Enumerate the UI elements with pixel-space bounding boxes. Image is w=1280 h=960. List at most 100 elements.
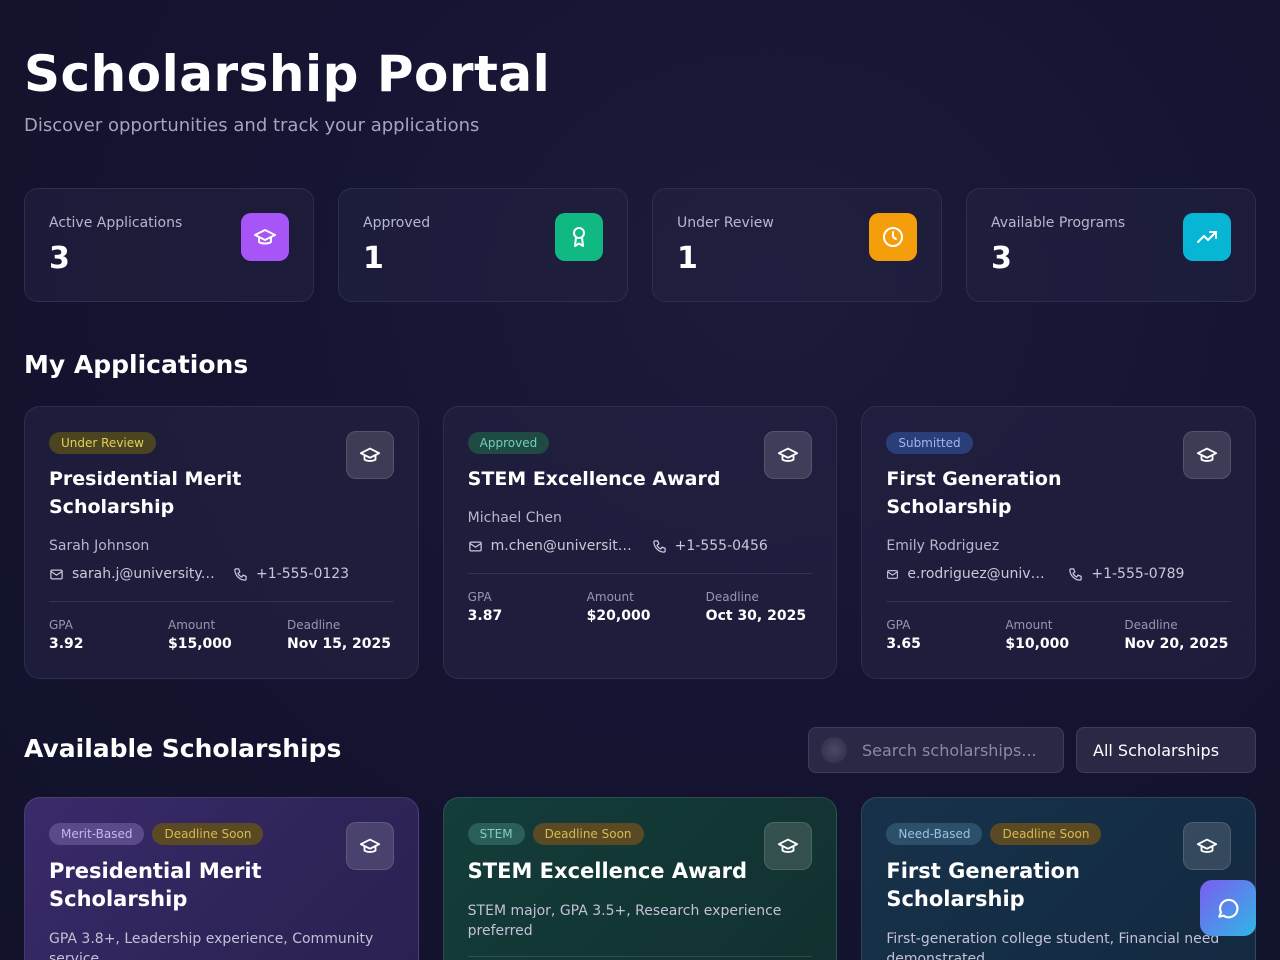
metrics-row: GPA 3.87 Amount $20,000 Deadline Oct 30, 20… (468, 590, 825, 624)
category-badge: Need-Based (886, 823, 983, 845)
application-card[interactable]: Submitted First Generation Scholarship E… (861, 406, 1257, 679)
application-card[interactable]: Under Review Presidential Merit Scholars… (24, 406, 419, 679)
category-badge: STEM (467, 823, 525, 845)
status-badge: Approved (467, 432, 550, 454)
phone-group: +1-555-0456 (652, 538, 768, 554)
deadline-value: Nov 20, 2025 (1124, 636, 1229, 652)
phone-group: +1-555-0123 (233, 566, 349, 582)
phone-icon (234, 567, 247, 581)
chat-bubble-icon (1218, 898, 1239, 919)
divider (467, 573, 813, 574)
applicant-phone: +1-555-0123 (256, 566, 350, 582)
graduation-cap-icon (764, 822, 813, 870)
stat-value: 1 (677, 241, 698, 276)
deadline-value: Oct 30, 2025 (705, 608, 807, 624)
gpa-value: 3.87 (467, 608, 503, 624)
trending-up-icon (1183, 213, 1231, 261)
stat-card-approved: Approved 1 (338, 188, 628, 302)
graduation-cap-icon (241, 213, 289, 261)
mail-icon (50, 569, 63, 579)
award-icon (555, 213, 603, 261)
badge-group: STEM Deadline Soon (467, 823, 644, 845)
search-box[interactable] (808, 727, 1064, 773)
contact-row: m.chen@university.edu +1-555-0456 (468, 538, 768, 554)
contact-row: e.rodriguez@university.edu +1-555-0789 (886, 566, 1184, 582)
metrics-row: GPA 3.65 Amount $10,000 Deadline Nov 20, 20… (886, 618, 1243, 652)
scholarship-title: Presidential Merit Scholarship (49, 859, 262, 911)
metrics-row: GPA 3.92 Amount $15,000 Deadline Nov 15, 20… (49, 618, 406, 652)
stat-value: 3 (991, 241, 1012, 276)
status-badge: Under Review (49, 432, 156, 454)
stat-label: Active Applications (49, 215, 183, 231)
applicant-email: e.rodriguez@university.edu (907, 566, 1053, 582)
applicant-phone: +1-555-0456 (674, 538, 768, 554)
divider (886, 601, 1232, 602)
status-badge: Submitted (886, 432, 973, 454)
applicant-name: Michael Chen (467, 510, 562, 526)
stat-value: 1 (363, 241, 384, 276)
applicant-name: Sarah Johnson (49, 538, 150, 554)
graduation-cap-icon (764, 431, 813, 479)
deadline-soon-badge: Deadline Soon (990, 823, 1102, 845)
application-title: STEM Excellence Award (467, 468, 721, 490)
phone-icon (652, 539, 666, 553)
category-badge: Merit-Based (49, 823, 145, 845)
available-scholarships-heading: Available Scholarships (24, 734, 342, 763)
scholarship-requirements: STEM major, GPA 3.5+, Research experienc… (467, 903, 782, 939)
amount-label: Amount (586, 590, 634, 604)
deadline-soon-badge: Deadline Soon (532, 823, 644, 845)
applicant-email: m.chen@university.edu (490, 538, 636, 554)
search-input[interactable] (862, 740, 1052, 760)
stats-row: Active Applications 3 Approved 1 Under R… (24, 188, 1256, 302)
scholarship-title: First Generation Scholarship (886, 859, 1080, 911)
amount-value: $20,000 (586, 608, 651, 624)
scholarship-requirements: First-generation college student, Financ… (886, 931, 1220, 960)
divider (467, 956, 813, 957)
page-subtitle: Discover opportunities and track your ap… (24, 115, 480, 136)
graduation-cap-icon (1183, 822, 1232, 870)
stat-card-programs: Available Programs 3 (966, 188, 1256, 302)
phone-group: +1-555-0789 (1068, 566, 1184, 582)
stat-label: Available Programs (991, 215, 1126, 231)
badge-group: Merit-Based Deadline Soon (49, 823, 264, 845)
gpa-label: GPA (886, 618, 911, 632)
deadline-label: Deadline (287, 618, 341, 632)
amount-value: $10,000 (1005, 636, 1070, 652)
applicant-phone: +1-555-0789 (1091, 566, 1185, 582)
page-title: Scholarship Portal (24, 45, 551, 103)
amount-value: $15,000 (168, 636, 232, 652)
applicant-email: sarah.j@university.edu (72, 566, 217, 582)
chat-button[interactable] (1200, 880, 1256, 936)
scholarship-card[interactable]: Merit-Based Deadline Soon Presidential M… (24, 797, 419, 960)
graduation-cap-icon (345, 431, 394, 479)
mail-icon (468, 541, 482, 551)
stat-card-review: Under Review 1 (652, 188, 942, 302)
amount-label: Amount (168, 618, 216, 632)
available-scholarships-list: Merit-Based Deadline Soon Presidential M… (24, 797, 1257, 960)
stat-label: Approved (363, 215, 431, 231)
scholarship-card[interactable]: Need-Based Deadline Soon First Generatio… (861, 797, 1257, 960)
scholarship-title: STEM Excellence Award (467, 859, 748, 883)
deadline-value: Nov 15, 2025 (287, 636, 391, 652)
applications-list: Under Review Presidential Merit Scholars… (24, 406, 1257, 679)
deadline-label: Deadline (705, 590, 759, 604)
badge-group: Need-Based Deadline Soon (886, 823, 1102, 845)
deadline-soon-badge: Deadline Soon (152, 823, 264, 845)
graduation-cap-icon (345, 822, 394, 870)
deadline-label: Deadline (1124, 618, 1178, 632)
application-title: Presidential Merit Scholarship (49, 468, 242, 518)
gpa-label: GPA (467, 590, 492, 604)
scholarship-requirements: GPA 3.8+, Leadership experience, Communi… (49, 931, 374, 960)
category-filter-select[interactable]: All Scholarships (1076, 727, 1256, 773)
divider (49, 601, 394, 602)
gpa-value: 3.92 (49, 636, 84, 652)
applicant-name: Emily Rodriguez (886, 538, 1000, 554)
gpa-value: 3.65 (886, 636, 921, 652)
scholarship-card[interactable]: STEM Deadline Soon STEM Excellence Award… (442, 797, 838, 960)
application-card[interactable]: Approved STEM Excellence Award Michael C… (442, 406, 838, 679)
amount-label: Amount (1005, 618, 1053, 632)
mail-icon (887, 569, 899, 579)
search-icon (821, 737, 847, 763)
stat-value: 3 (49, 241, 70, 276)
stat-label: Under Review (677, 215, 774, 231)
